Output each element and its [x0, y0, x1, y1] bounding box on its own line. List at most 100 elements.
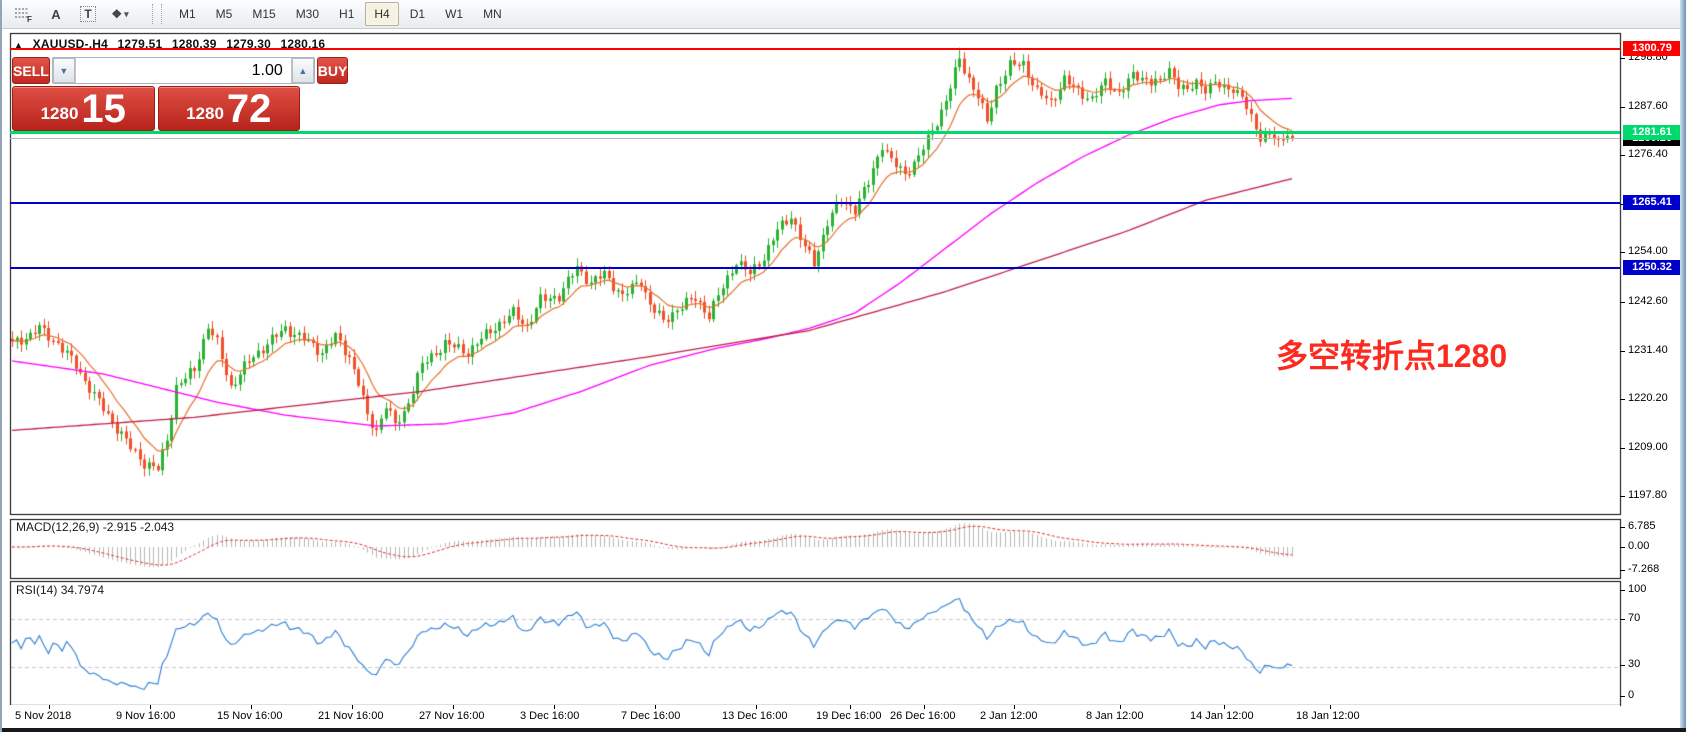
price-badge-1281.61: 1281.61: [1623, 125, 1681, 140]
time-axis-label: 27 Nov 16:00: [419, 710, 484, 722]
price-axis-label: 1231.40: [1628, 344, 1668, 356]
timeframe-button-mn[interactable]: MN: [474, 2, 511, 26]
price-axis-label: 1254.00: [1628, 245, 1668, 257]
timeframe-button-d1[interactable]: D1: [401, 2, 434, 26]
time-axis-label: 9 Nov 16:00: [116, 710, 175, 722]
rsi-value: 34.7974: [61, 583, 104, 597]
rsi-name: RSI(14): [16, 583, 57, 597]
sell-price-big-figure: 1280: [41, 104, 79, 124]
volume-increase-button[interactable]: ▲: [292, 58, 314, 83]
indicator-axis-label: 0.00: [1628, 540, 1649, 552]
indicator-axis-label: 100: [1628, 583, 1646, 595]
timeframe-group: M1M5M15M30H1H4D1W1MN: [170, 2, 513, 26]
axis-tick: [1620, 547, 1625, 548]
axis-tick: [1620, 399, 1625, 400]
timeframe-button-m1[interactable]: M1: [170, 2, 205, 26]
price-axis-label: 1220.20: [1628, 392, 1668, 404]
timeframe-button-m5[interactable]: M5: [207, 2, 242, 26]
buy-price-pips: 72: [227, 88, 272, 130]
hline-1281.61[interactable]: [10, 131, 1620, 134]
price-badge-1265.41: 1265.41: [1623, 195, 1681, 210]
axis-tick: [1620, 58, 1625, 59]
axis-tick: [1620, 496, 1625, 497]
timeframe-button-h1[interactable]: H1: [330, 2, 363, 26]
sell-price-button[interactable]: 1280 15: [12, 86, 155, 131]
fibonacci-icon: F: [14, 6, 34, 22]
buy-price-button[interactable]: 1280 72: [158, 86, 301, 131]
indicator-axis-label: 30: [1628, 658, 1640, 670]
indicator-axis-label: 6.785: [1628, 520, 1656, 532]
arrows-icon: ❖: [111, 7, 122, 21]
axis-tick: [453, 705, 454, 709]
time-axis-label: 7 Dec 16:00: [621, 710, 680, 722]
time-axis[interactable]: 5 Nov 2018 9 Nov 16:00 15 Nov 16:00 21 Nov …: [10, 705, 1620, 728]
hline-1265.41[interactable]: [10, 202, 1620, 204]
axis-tick: [1620, 570, 1625, 571]
text-label-icon: T: [80, 6, 95, 22]
macd-name: MACD(12,26,9): [16, 520, 99, 534]
hline-1300.79[interactable]: [10, 48, 1620, 50]
timeframe-button-m30[interactable]: M30: [287, 2, 328, 26]
price-badge-1300.79: 1300.79: [1623, 41, 1681, 56]
text-tool-button[interactable]: A: [42, 2, 70, 26]
sell-button[interactable]: SELL: [12, 57, 50, 84]
axis-tick: [1620, 448, 1625, 449]
arrows-tool-button[interactable]: ❖ ▾: [106, 2, 134, 26]
price-axis[interactable]: 1298.801287.601276.401265.201254.001242.…: [1620, 0, 1682, 732]
window-right-edge: [1680, 0, 1686, 732]
axis-tick: [1620, 619, 1625, 620]
volume-input[interactable]: [75, 58, 292, 83]
price-axis-label: 1276.40: [1628, 148, 1668, 160]
axis-tick: [1224, 705, 1225, 709]
time-axis-label: 5 Nov 2018: [15, 710, 71, 722]
fibonacci-tool-button[interactable]: F: [10, 2, 38, 26]
time-axis-label: 3 Dec 16:00: [520, 710, 579, 722]
axis-tick: [150, 705, 151, 709]
text-label-tool-button[interactable]: T: [74, 2, 102, 26]
sell-price-pips: 15: [81, 88, 126, 130]
buy-button[interactable]: BUY: [317, 57, 349, 84]
time-axis-label: 14 Jan 12:00: [1190, 710, 1254, 722]
rsi-pane-label: RSI(14) 34.7974: [16, 583, 104, 597]
axis-tick: [1620, 351, 1625, 352]
volume-decrease-button[interactable]: ▼: [53, 58, 75, 83]
axis-tick: [1620, 527, 1625, 528]
hline-1280.16[interactable]: [10, 138, 1620, 139]
axis-tick: [1620, 155, 1625, 156]
volume-spinner: ▼ ▲: [52, 57, 315, 84]
time-axis-label: 2 Jan 12:00: [980, 710, 1038, 722]
chevron-down-icon: ▾: [124, 9, 129, 20]
time-axis-label: 26 Dec 16:00: [890, 710, 955, 722]
axis-tick: [1330, 705, 1331, 709]
axis-tick: [756, 705, 757, 709]
hline-1250.32[interactable]: [10, 267, 1620, 269]
axis-tick: [850, 705, 851, 709]
price-axis-label: 1209.00: [1628, 441, 1668, 453]
axis-tick: [1620, 302, 1625, 303]
axis-tick: [49, 705, 50, 709]
time-axis-label: 15 Nov 16:00: [217, 710, 282, 722]
mt4-window: F A T ❖ ▾ M1M5M15M30H1H4D1W1MN ▲ XAUUSD-…: [0, 0, 1686, 732]
time-axis-label: 13 Dec 16:00: [722, 710, 787, 722]
time-axis-label: 21 Nov 16:00: [318, 710, 383, 722]
time-axis-label: 18 Jan 12:00: [1296, 710, 1360, 722]
indicator-axis-label: 70: [1628, 612, 1640, 624]
axis-tick: [655, 705, 656, 709]
time-axis-label: 8 Jan 12:00: [1086, 710, 1144, 722]
macd-values: -2.915 -2.043: [103, 520, 174, 534]
axis-tick: [1620, 107, 1625, 108]
price-axis-label: 1287.60: [1628, 100, 1668, 112]
axis-tick: [1014, 705, 1015, 709]
svg-text:F: F: [27, 15, 32, 22]
axis-tick: [1620, 252, 1625, 253]
timeframe-button-m15[interactable]: M15: [243, 2, 284, 26]
timeframe-button-h4[interactable]: H4: [365, 2, 398, 26]
macd-pane-label: MACD(12,26,9) -2.915 -2.043: [16, 520, 174, 534]
timeframe-button-w1[interactable]: W1: [436, 2, 472, 26]
axis-tick: [1120, 705, 1121, 709]
axis-tick: [352, 705, 353, 709]
time-axis-label: 19 Dec 16:00: [816, 710, 881, 722]
toolbar-grip[interactable]: [152, 4, 162, 24]
buy-price-big-figure: 1280: [186, 104, 224, 124]
chart-text-annotation[interactable]: 多空转折点1280: [1276, 331, 1507, 377]
